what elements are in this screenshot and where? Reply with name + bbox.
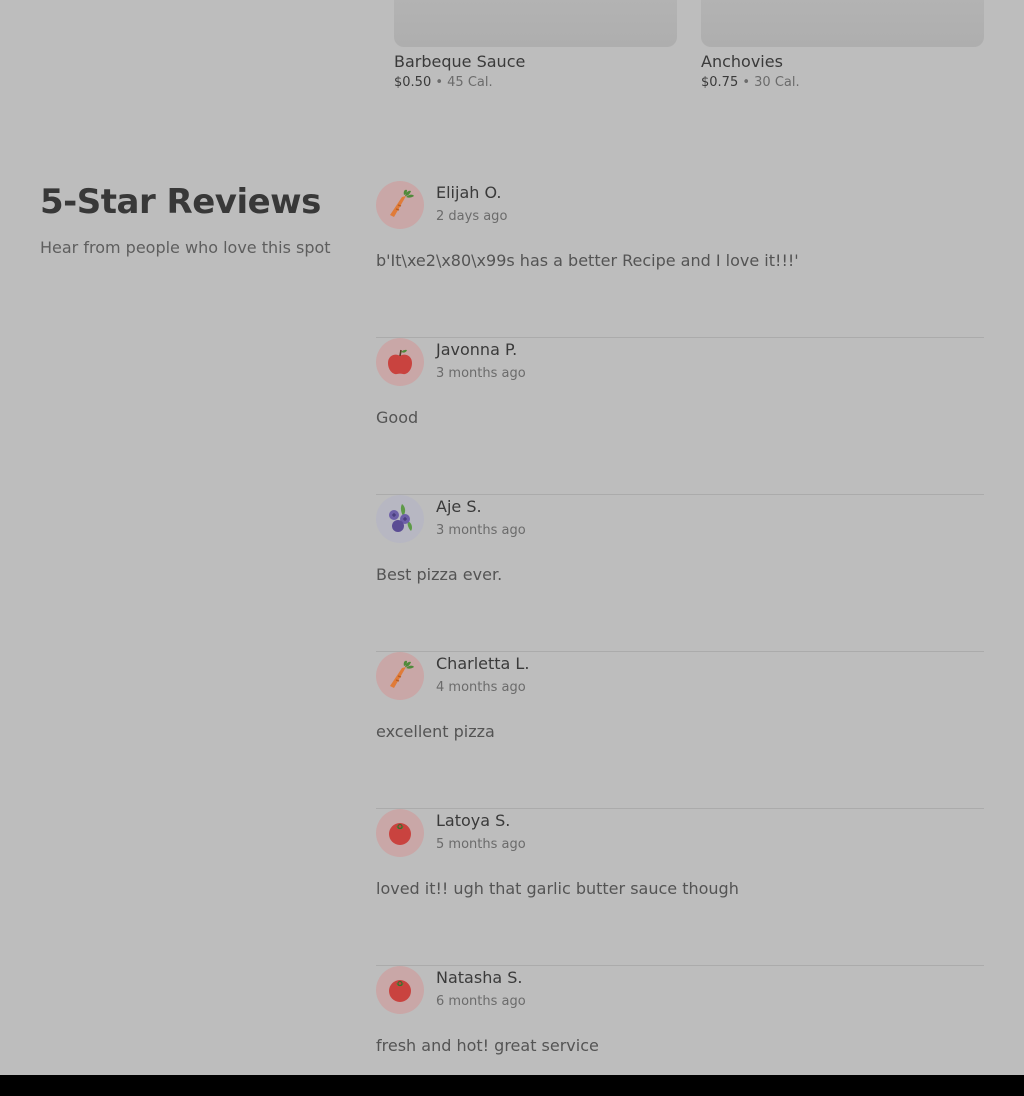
reviewer-name: Charletta L. [436, 654, 530, 673]
review-text: fresh and hot! great service [376, 1036, 599, 1055]
review-item: Latoya S. 5 months ago loved it!! ugh th… [376, 809, 984, 966]
addon-price: $0.75 [701, 75, 739, 90]
reviewer-avatar [376, 181, 424, 229]
reviews-section-subtitle: Hear from people who love this spot [40, 238, 331, 257]
review-text: Best pizza ever. [376, 565, 503, 584]
review-text: loved it!! ugh that garlic butter sauce … [376, 879, 739, 898]
addon-name: Anchovies [701, 52, 783, 71]
blueberries-icon [389, 504, 412, 532]
addon-card-anchovies[interactable]: Anchovies $0.75 • 30 Cal. [701, 0, 984, 91]
review-item: Javonna P. 3 months ago Good [376, 338, 984, 495]
reviewer-avatar [376, 652, 424, 700]
reviewer-name: Natasha S. [436, 968, 523, 987]
addon-image [394, 0, 677, 47]
reviewer-avatar [376, 495, 424, 543]
tomato-icon [389, 823, 411, 845]
review-date: 4 months ago [436, 680, 526, 695]
carrot-icon [390, 660, 414, 688]
review-date: 5 months ago [436, 837, 526, 852]
tomato-icon [389, 980, 411, 1002]
reviewer-name: Latoya S. [436, 811, 511, 830]
review-date: 3 months ago [436, 523, 526, 538]
apple-icon [388, 349, 412, 375]
addon-calories: 30 Cal. [754, 75, 800, 90]
meta-separator: • [431, 75, 448, 90]
review-item: Aje S. 3 months ago Best pizza ever. [376, 495, 984, 652]
review-text: excellent pizza [376, 722, 495, 741]
bottom-bar [0, 1075, 1024, 1096]
addon-price: $0.50 [394, 75, 432, 90]
reviewer-avatar [376, 338, 424, 386]
review-item: Charletta L. 4 months ago excellent pizz… [376, 652, 984, 809]
meta-separator: • [738, 75, 755, 90]
review-date: 3 months ago [436, 366, 526, 381]
review-item: Elijah O. 2 days ago b'It\xe2\x80\x99s h… [376, 181, 984, 338]
reviewer-name: Javonna P. [436, 340, 518, 359]
addon-meta: $0.50 • 45 Cal. [394, 75, 677, 91]
addon-image [701, 0, 984, 47]
reviewer-name: Elijah O. [436, 183, 502, 202]
review-date: 2 days ago [436, 209, 508, 224]
reviewer-avatar [376, 966, 424, 1014]
reviewer-name: Aje S. [436, 497, 482, 516]
reviews-section-title: 5-Star Reviews [40, 182, 321, 222]
addon-meta: $0.75 • 30 Cal. [701, 75, 984, 91]
review-date: 6 months ago [436, 994, 526, 1009]
reviewer-avatar [376, 809, 424, 857]
addon-card-barbeque-sauce[interactable]: Barbeque Sauce $0.50 • 45 Cal. [394, 0, 677, 91]
addon-name: Barbeque Sauce [394, 52, 526, 71]
addon-calories: 45 Cal. [447, 75, 493, 90]
carrot-icon [390, 189, 414, 217]
review-text: Good [376, 408, 419, 427]
review-text: b'It\xe2\x80\x99s has a better Recipe an… [376, 251, 799, 270]
store-page: Barbeque Sauce $0.50 • 45 Cal. Anchovies… [0, 0, 1024, 1096]
